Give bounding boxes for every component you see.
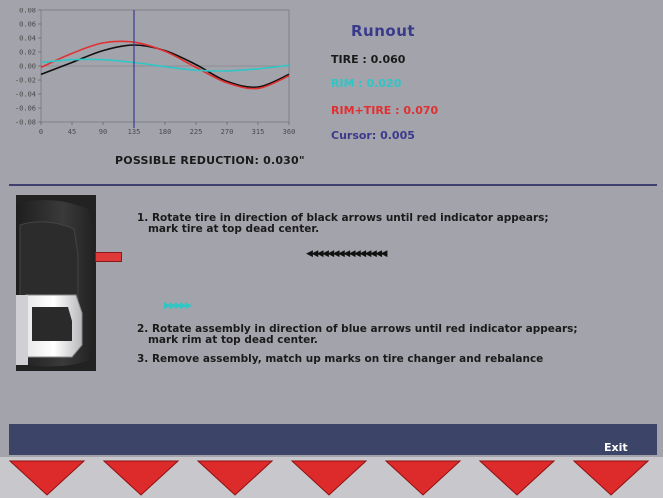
x-tick-label: 270 [221,128,234,136]
instruction-step-3: 3. Remove assembly, match up marks on ti… [137,353,544,365]
y-tick-label: 0.02 [19,48,36,56]
instruction-step-2-line-2: mark rim at top dead center. [137,334,318,346]
chart-y-axis: 0.08 0.06 0.04 0.02 0.00 -0.02 -0.04 -0.06 -0.08 [15,8,41,126]
y-tick-label: 0.04 [19,34,36,42]
softkey-1[interactable] [4,457,90,498]
chart-x-axis: 0 45 90 135 180 225 270 315 360 [39,122,295,136]
rim-runout-value: RIM : 0.020 [331,77,402,90]
x-tick-label: 90 [99,128,107,136]
softkey-3[interactable] [192,457,278,498]
down-triangle-icon [8,460,86,496]
rim-tire-runout-value: RIM+TIRE : 0.070 [331,104,439,117]
x-tick-label: 360 [283,128,296,136]
y-tick-label: 0.06 [19,20,36,28]
exit-button[interactable]: Exit [604,441,628,454]
x-tick-label: 180 [159,128,172,136]
down-triangle-icon [384,460,462,496]
runout-chart: 0.08 0.06 0.04 0.02 0.00 -0.02 -0.04 -0.06 -0.08… [15,8,295,136]
x-tick-label: 0 [39,128,43,136]
runout-screen: 0.08 0.06 0.04 0.02 0.00 -0.02 -0.04 -0.06 -0.08… [0,0,663,498]
x-tick-label: 45 [68,128,76,136]
softkey-2[interactable] [98,457,184,498]
down-triangle-icon [196,460,274,496]
x-tick-label: 315 [252,128,265,136]
softkey-4[interactable] [286,457,372,498]
y-tick-label: -0.08 [15,118,36,126]
wheel-cross-section-image [16,195,96,371]
softkey-row [0,457,663,498]
x-tick-label: 225 [190,128,203,136]
black-arrows-left-icon: ◀◀◀◀◀◀◀◀◀◀◀◀◀◀◀ [306,249,387,259]
softkey-6[interactable] [474,457,560,498]
y-tick-label: -0.06 [15,104,36,112]
x-tick-label: 135 [128,128,141,136]
down-triangle-icon [290,460,368,496]
instruction-step-1: 1. Rotate tire in direction of black arr… [137,213,657,235]
y-tick-label: 0.08 [19,8,36,14]
possible-reduction-label: POSSIBLE REDUCTION: 0.030" [115,154,305,167]
bottom-status-bar [9,424,657,455]
softkey-5[interactable] [380,457,466,498]
y-tick-label: -0.04 [15,90,36,98]
y-tick-label: -0.02 [15,76,36,84]
y-tick-label: 0.00 [19,62,36,70]
section-divider [9,184,657,186]
page-title: Runout [351,22,416,40]
down-triangle-icon [478,460,556,496]
down-triangle-icon [102,460,180,496]
down-triangle-icon [572,460,650,496]
red-indicator [95,252,122,262]
softkey-7[interactable] [568,457,654,498]
tire-runout-value: TIRE : 0.060 [331,53,406,66]
cursor-value: Cursor: 0.005 [331,129,415,142]
blue-arrows-right-icon: ▶▶▶▶▶ [164,301,192,311]
instruction-step-2: 2. Rotate assembly in direction of blue … [137,324,657,346]
runout-panel: 0.08 0.06 0.04 0.02 0.00 -0.02 -0.04 -0.06 -0.08… [9,8,657,184]
instruction-step-1-line-2: mark tire at top dead center. [137,223,320,235]
